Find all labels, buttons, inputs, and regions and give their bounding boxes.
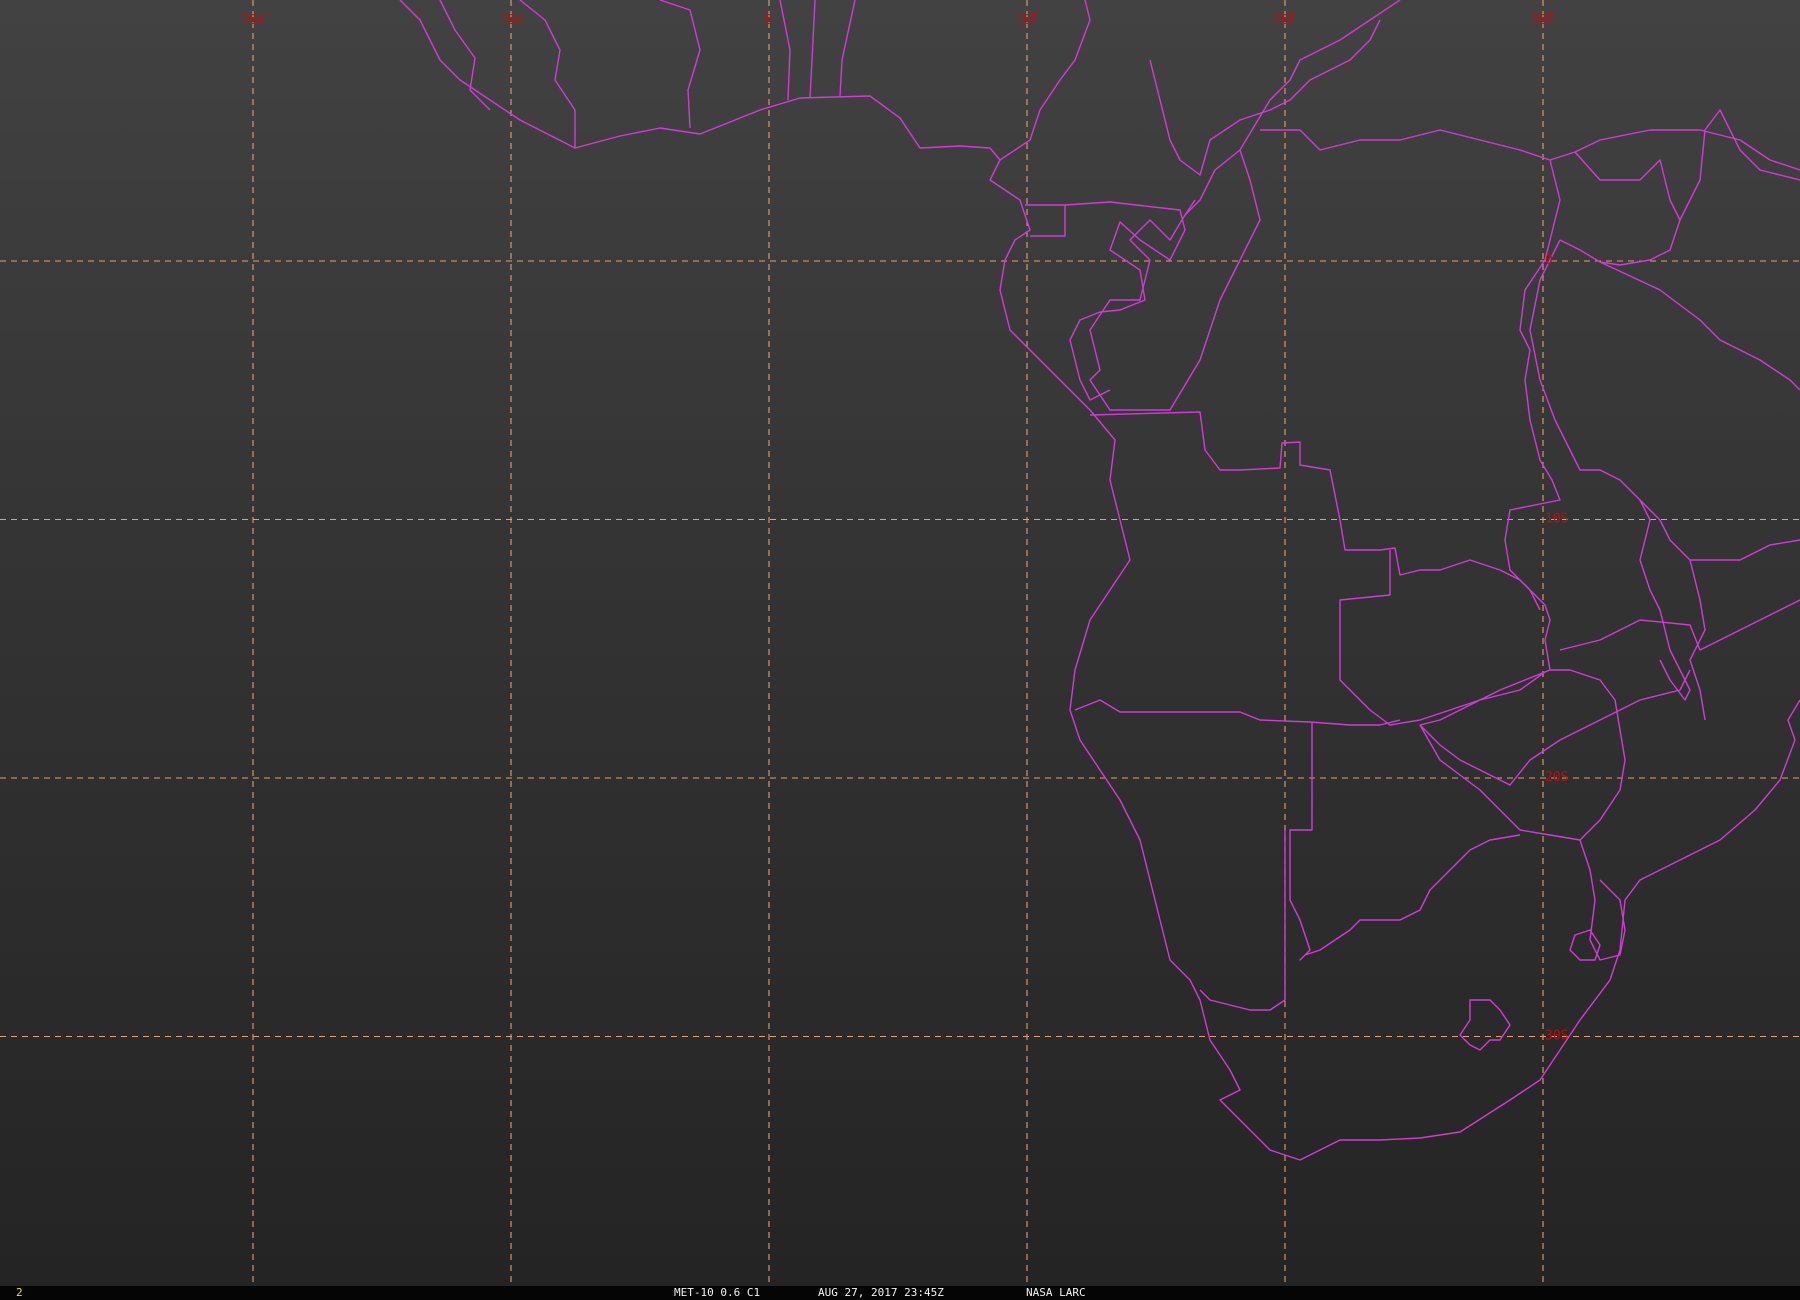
border-angola-zambia bbox=[1339, 550, 1546, 726]
latitude-label: 0 bbox=[1545, 253, 1553, 268]
border-car bbox=[1149, 19, 1381, 176]
coastline-central-south-atlantic bbox=[989, 147, 1621, 1161]
border-west-africa-4 bbox=[779, 0, 791, 101]
border-gabon bbox=[1064, 201, 1186, 401]
coastline-east-africa bbox=[1787, 699, 1800, 741]
longitude-label: 30E bbox=[1531, 13, 1554, 28]
border-west-africa-3 bbox=[659, 0, 701, 129]
border-tanzania-kenya bbox=[1599, 261, 1800, 391]
border-drc-north bbox=[1089, 149, 1261, 411]
status-bar: 2 MET-10 0.6 C1 AUG 27, 2017 23:45Z NASA… bbox=[0, 1286, 1800, 1300]
latitude-label: 20S bbox=[1545, 770, 1568, 785]
source-label: NASA LARC bbox=[1026, 1286, 1086, 1299]
border-south-africa bbox=[1579, 839, 1626, 961]
country-borders bbox=[399, 0, 1800, 1161]
border-kenya bbox=[1679, 109, 1800, 221]
border-west-africa-2 bbox=[519, 0, 576, 148]
border-south-sudan bbox=[1260, 129, 1800, 171]
latitude-label: 10S bbox=[1545, 512, 1568, 527]
border-equatorial-guinea bbox=[1025, 204, 1066, 237]
border-namibia-south bbox=[1199, 830, 1286, 1011]
longitude-label: 0 bbox=[765, 13, 773, 28]
timestamp-label: AUG 27, 2017 23:45Z bbox=[818, 1286, 944, 1299]
border-cameroon-nigeria bbox=[999, 0, 1091, 161]
frame-number: 2 bbox=[16, 1286, 23, 1299]
border-west-africa-6 bbox=[839, 0, 856, 97]
coastline-southeast-africa bbox=[1619, 739, 1796, 951]
longitude-label: 20E bbox=[1273, 13, 1296, 28]
longitude-label: 20W bbox=[241, 13, 265, 28]
longitude-label: 10W bbox=[499, 13, 523, 28]
graticule bbox=[0, 0, 1800, 1286]
border-zimbabwe bbox=[1419, 669, 1626, 841]
border-mozambique-north bbox=[1689, 559, 1706, 721]
border-mozambique bbox=[1559, 599, 1800, 651]
border-angola-north bbox=[1089, 411, 1546, 606]
product-label: MET-10 0.6 C1 bbox=[674, 1286, 761, 1299]
border-west-africa-1 bbox=[439, 0, 491, 111]
border-west-africa-5 bbox=[809, 0, 816, 99]
latitude-label: 30S bbox=[1545, 1029, 1568, 1044]
graticule-labels: 20W 10W 0 10E 20E 30E 0 10S 20S 30S bbox=[241, 13, 1568, 1044]
border-congo bbox=[1184, 0, 1401, 216]
border-uganda bbox=[1559, 151, 1681, 266]
border-zambia bbox=[1419, 604, 1691, 786]
map-canvas: 20W 10W 0 10E 20E 30E 0 10S 20S 30S bbox=[0, 0, 1800, 1286]
coastline-west-africa bbox=[399, 0, 991, 149]
border-angola-namibia bbox=[1074, 699, 1401, 726]
border-lesotho bbox=[1459, 999, 1511, 1051]
border-tanzania bbox=[1529, 239, 1800, 561]
satellite-map-panel[interactable]: 20W 10W 0 10E 20E 30E 0 10S 20S 30S bbox=[0, 0, 1800, 1286]
border-eswatini bbox=[1569, 929, 1601, 961]
border-drc-east bbox=[1504, 159, 1561, 611]
longitude-label: 10E bbox=[1015, 13, 1038, 28]
border-botswana bbox=[1289, 722, 1521, 961]
